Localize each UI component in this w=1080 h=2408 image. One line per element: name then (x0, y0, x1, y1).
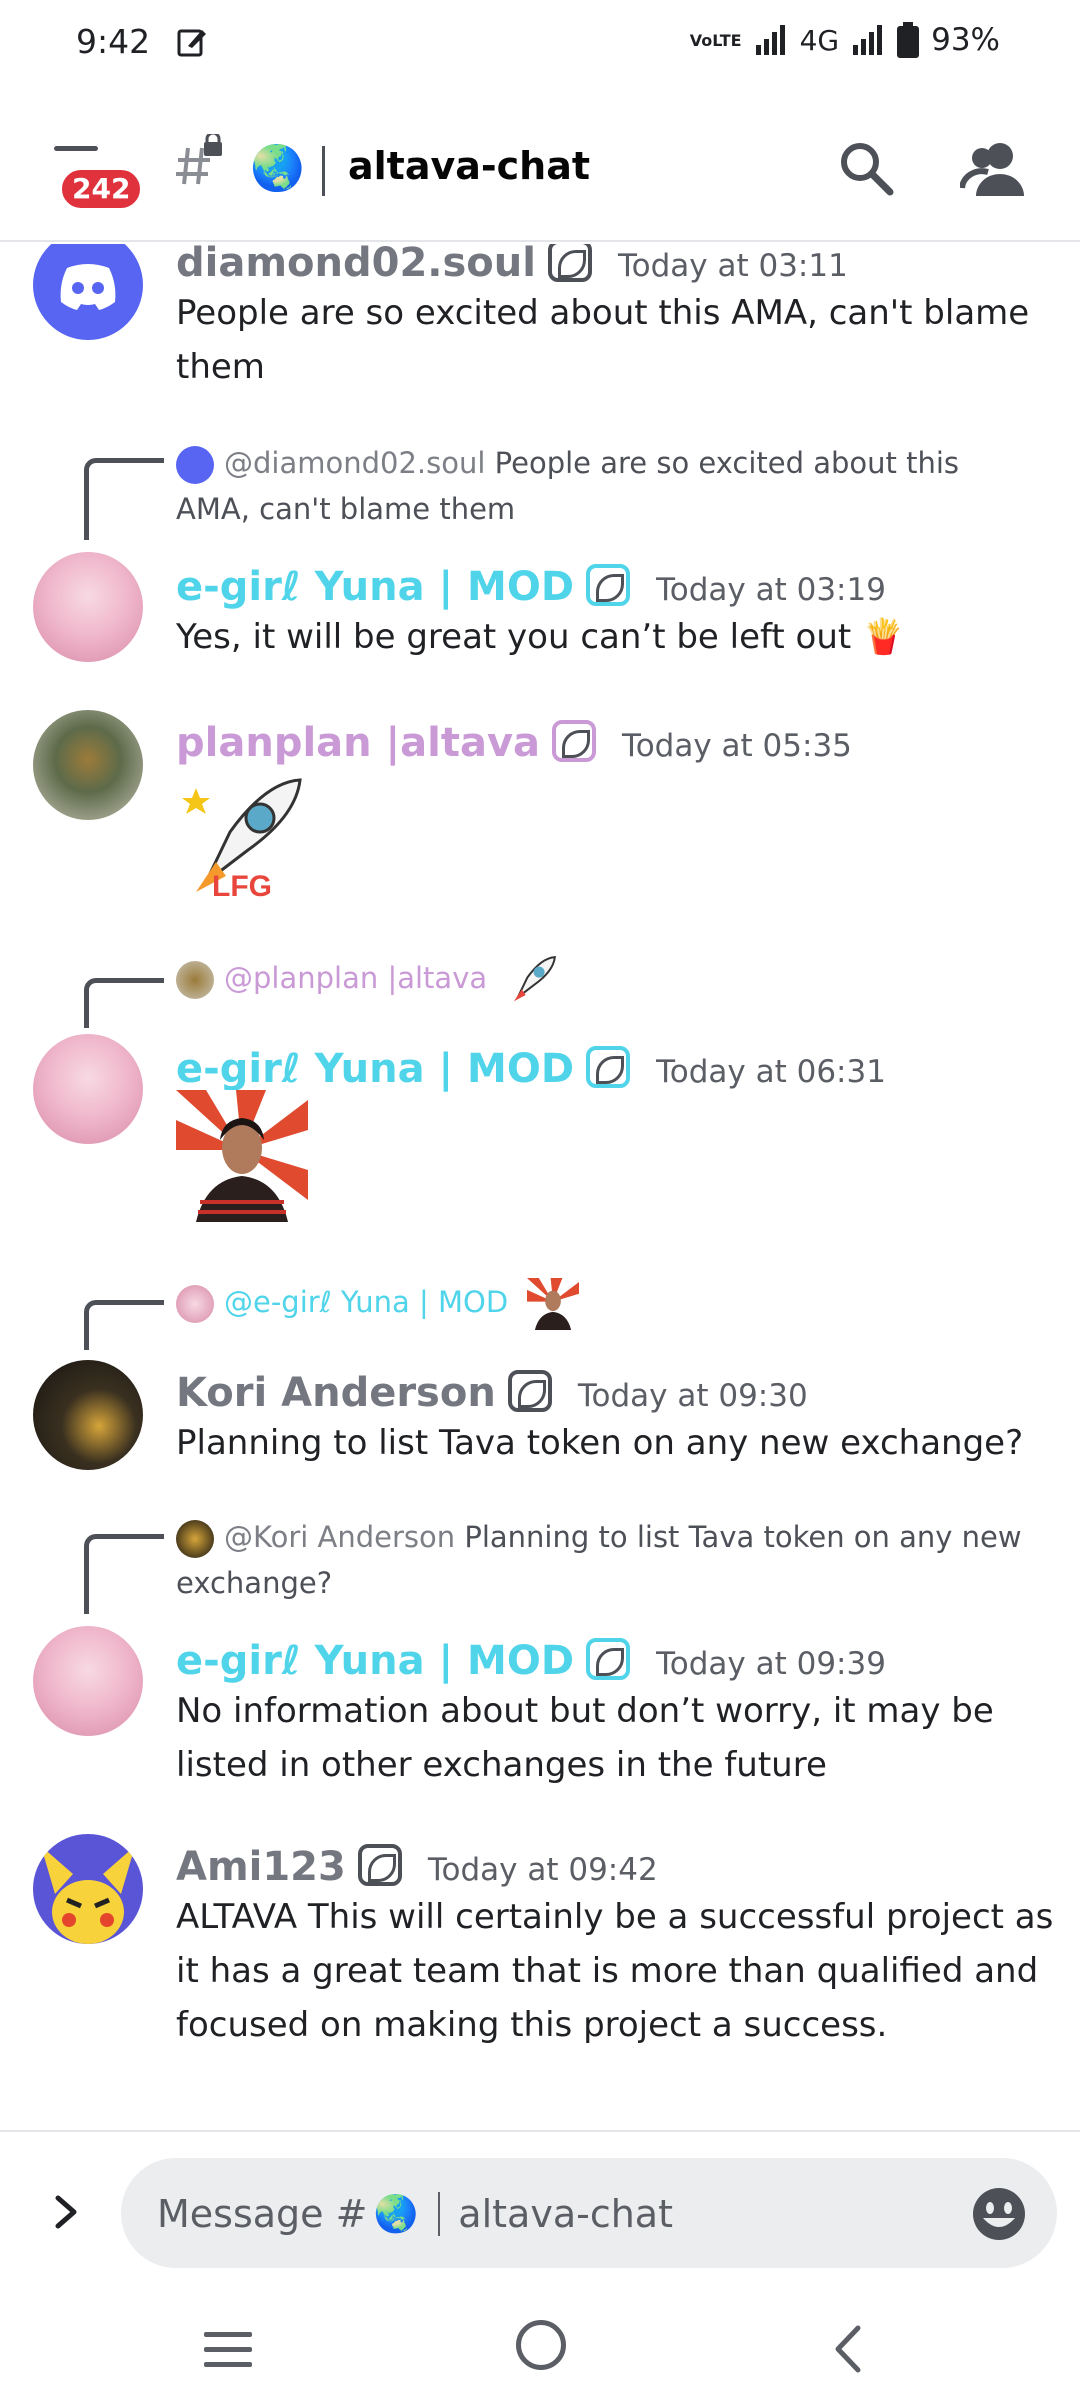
leaf-tag-icon (586, 1638, 631, 1680)
unread-badge: 242 (58, 166, 145, 212)
avatar[interactable] (33, 1360, 143, 1470)
status-bar: 9:42 VoLTE 4G 93% (0, 0, 1080, 90)
message-header: Ami123 Today at 09:42 (176, 1838, 658, 1890)
trailing-emoji: 🍟 (862, 617, 905, 657)
reply-content: @Kori Anderson Planning to list Tava tok… (176, 1514, 1036, 1606)
channel-header: 242 🌏 altava-chat (0, 110, 1080, 242)
reply-author: @planplan |altava (224, 961, 488, 995)
portrait-sticker-thumb-icon (527, 1278, 580, 1330)
leaf-tag-icon (586, 564, 631, 606)
volte-label: VoLTE (689, 30, 742, 50)
username[interactable]: Ami123 (176, 1844, 346, 1890)
timestamp: Today at 05:35 (622, 728, 852, 764)
search-icon[interactable] (836, 138, 896, 198)
rocket-sticker[interactable]: LFG (176, 772, 308, 904)
channel-divider (322, 146, 325, 196)
avatar[interactable] (33, 1034, 143, 1144)
reply-content: @planplan |altava (176, 954, 1036, 1006)
reply-spine (84, 1300, 164, 1350)
battery-icon (897, 22, 920, 58)
message-list[interactable]: diamond02.soul Today at 03:11 People are… (0, 244, 1080, 2130)
placeholder-prefix: Message # (157, 2192, 368, 2236)
members-icon[interactable] (960, 138, 1028, 198)
channel-title[interactable]: altava-chat (348, 144, 590, 188)
rocket-sticker-text: LFG (212, 870, 272, 903)
username[interactable]: Kori Anderson (176, 1370, 496, 1416)
username[interactable]: diamond02.soul (176, 244, 536, 286)
username[interactable]: planplan |altava (176, 720, 540, 766)
message-text: Yes, it will be great you can’t be left … (176, 610, 1056, 664)
message-input-placeholder: Message # 🌏 altava-chat (157, 2192, 673, 2236)
avatar[interactable] (33, 1834, 143, 1944)
menu-icon (54, 146, 98, 151)
composer-bar: Message # 🌏 altava-chat (0, 2130, 1080, 2290)
timestamp: Today at 03:11 (617, 248, 848, 284)
hash-lock-icon (176, 134, 222, 185)
username[interactable]: e-girℓ Yuna | MOD (176, 1046, 574, 1092)
avatar[interactable] (33, 1626, 143, 1736)
reply-spine (84, 458, 164, 540)
username[interactable]: e-girℓ Yuna | MOD (176, 1638, 574, 1684)
message-text-body: Yes, it will be great you can’t be left … (176, 617, 852, 657)
network-label: 4G (799, 23, 840, 57)
reply-avatar (176, 446, 214, 484)
placeholder-channel: altava-chat (458, 2192, 673, 2236)
rocket-sticker-thumb-icon (514, 956, 557, 1002)
avatar[interactable] (33, 244, 143, 340)
timestamp: Today at 09:42 (427, 1852, 658, 1888)
placeholder-divider (438, 2192, 441, 2236)
reply-avatar (176, 961, 214, 999)
message-text: People are so excited about this AMA, ca… (176, 293, 1030, 387)
placeholder-emoji: 🌏 (373, 2194, 419, 2235)
message-text: Planning to list Tava token on any new e… (176, 1423, 1024, 1463)
timestamp: Today at 06:31 (656, 1054, 886, 1090)
leaf-tag-icon (547, 244, 592, 282)
reply-content: @e-girℓ Yuna | MOD (176, 1278, 1036, 1330)
edit-icon (177, 29, 206, 57)
reply-author: @diamond02.soul (224, 446, 486, 480)
status-indicators: VoLTE 4G 93% (690, 22, 1000, 58)
system-nav-bar (0, 2290, 1080, 2408)
reply-spine (84, 1534, 164, 1614)
message-header: e-girℓ Yuna | MOD Today at 03:19 (176, 558, 886, 610)
leaf-tag-icon (357, 1844, 402, 1886)
timestamp: Today at 03:19 (656, 572, 886, 608)
reply-author: @Kori Anderson (224, 1520, 456, 1554)
message-text: ALTAVA This will certainly be a successf… (176, 1897, 1054, 2045)
nav-menu-icon[interactable] (200, 2328, 256, 2372)
reply-avatar (176, 1285, 214, 1323)
signal-icon (755, 25, 785, 55)
reply-content: @diamond02.soul People are so excited ab… (176, 440, 1036, 532)
reply-avatar (176, 1520, 214, 1558)
message-input[interactable]: Message # 🌏 altava-chat (121, 2158, 1057, 2268)
message-header: e-girℓ Yuna | MOD Today at 06:31 (176, 1040, 886, 1092)
avatar[interactable] (33, 710, 143, 820)
nav-back-icon[interactable] (828, 2324, 868, 2374)
message-header: diamond02.soul Today at 03:11 (176, 244, 848, 286)
leaf-tag-icon (507, 1370, 552, 1412)
nav-home-icon[interactable] (516, 2320, 566, 2370)
status-time: 9:42 (76, 22, 151, 61)
menu-button[interactable]: 242 (48, 146, 145, 216)
message-text: No information about but don’t worry, it… (176, 1691, 994, 1785)
leaf-tag-icon (552, 720, 597, 762)
pikachu-avatar-icon (41, 1846, 135, 1944)
message-header: Kori Anderson Today at 09:30 (176, 1364, 808, 1416)
reply-author: @e-girℓ Yuna | MOD (224, 1285, 509, 1319)
timestamp: Today at 09:30 (577, 1378, 808, 1414)
channel-emoji: 🌏 (250, 143, 305, 194)
avatar[interactable] (33, 552, 143, 662)
emoji-icon[interactable] (971, 2186, 1027, 2242)
username[interactable]: e-girℓ Yuna | MOD (176, 564, 574, 610)
message-header: e-girℓ Yuna | MOD Today at 09:39 (176, 1632, 886, 1684)
reply-spine (84, 978, 164, 1028)
leaf-tag-icon (586, 1046, 631, 1088)
discord-logo-icon (60, 264, 116, 310)
timestamp: Today at 09:39 (656, 1646, 886, 1682)
battery-percent: 93% (931, 22, 1000, 58)
chevron-right-icon[interactable] (48, 2192, 84, 2232)
signal-icon-2 (853, 25, 883, 55)
message-header: planplan |altava Today at 05:35 (176, 714, 852, 766)
portrait-sticker[interactable] (176, 1090, 308, 1222)
